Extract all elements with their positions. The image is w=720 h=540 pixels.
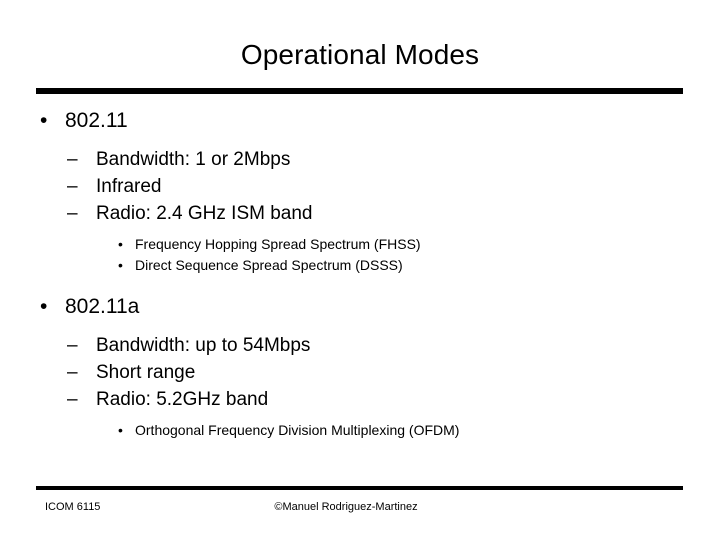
bullet-level3: • Orthogonal Frequency Division Multiple… xyxy=(0,420,720,441)
slide-footer: ICOM 6115 ©Manuel Rodriguez-Martinez xyxy=(0,496,720,520)
footer-divider-rule xyxy=(36,486,683,490)
bullet-dash-icon: – xyxy=(67,176,78,197)
bullet-level2: – Bandwidth: 1 or 2Mbps xyxy=(0,146,720,173)
bullet-text: Infrared xyxy=(96,176,162,197)
bullet-level2: – Radio: 5.2GHz band xyxy=(0,386,720,413)
bullet-dash-icon: – xyxy=(67,203,78,224)
bullet-level3: • Frequency Hopping Spread Spectrum (FHS… xyxy=(0,234,720,255)
bullet-text: Bandwidth: up to 54Mbps xyxy=(96,335,311,356)
bullet-level2: – Short range xyxy=(0,359,720,386)
bullet-level3: • Direct Sequence Spread Spectrum (DSSS) xyxy=(0,255,720,276)
bullet-text: 802.11a xyxy=(65,295,140,318)
footer-copyright-label: ©Manuel Rodriguez-Martinez xyxy=(274,501,418,513)
bullet-dash-icon: – xyxy=(67,389,78,410)
bullet-level1: • 802.11 xyxy=(0,106,720,136)
bullet-level2: – Infrared xyxy=(0,173,720,200)
bullet-text: Short range xyxy=(96,362,196,383)
slide-body: • 802.11 – Bandwidth: 1 or 2Mbps – Infra… xyxy=(0,100,720,441)
bullet-text: Orthogonal Frequency Division Multiplexi… xyxy=(135,422,460,438)
bullet-dot-icon: • xyxy=(118,236,123,252)
bullet-text: Radio: 2.4 GHz ISM band xyxy=(96,203,313,224)
bullet-dash-icon: – xyxy=(67,335,78,356)
bullet-dash-icon: – xyxy=(67,149,78,170)
bullet-text: Radio: 5.2GHz band xyxy=(96,389,269,410)
bullet-dash-icon: – xyxy=(67,362,78,383)
bullet-text: Frequency Hopping Spread Spectrum (FHSS) xyxy=(135,236,421,252)
title-divider-rule xyxy=(36,88,683,94)
bullet-level2: – Radio: 2.4 GHz ISM band xyxy=(0,200,720,227)
bullet-dot-icon: • xyxy=(118,422,123,438)
slide-canvas: Operational Modes • 802.11 – Bandwidth: … xyxy=(0,0,720,540)
bullet-text: Bandwidth: 1 or 2Mbps xyxy=(96,149,291,170)
page-title: Operational Modes xyxy=(240,39,480,70)
bullet-dot-icon: • xyxy=(118,257,123,273)
bullet-dot-icon: • xyxy=(40,295,48,318)
bullet-text: 802.11 xyxy=(65,109,128,132)
bullet-dot-icon: • xyxy=(40,109,48,132)
bullet-level2: – Bandwidth: up to 54Mbps xyxy=(0,332,720,359)
bullet-level1: • 802.11a xyxy=(0,292,720,322)
bullet-text: Direct Sequence Spread Spectrum (DSSS) xyxy=(135,257,403,273)
